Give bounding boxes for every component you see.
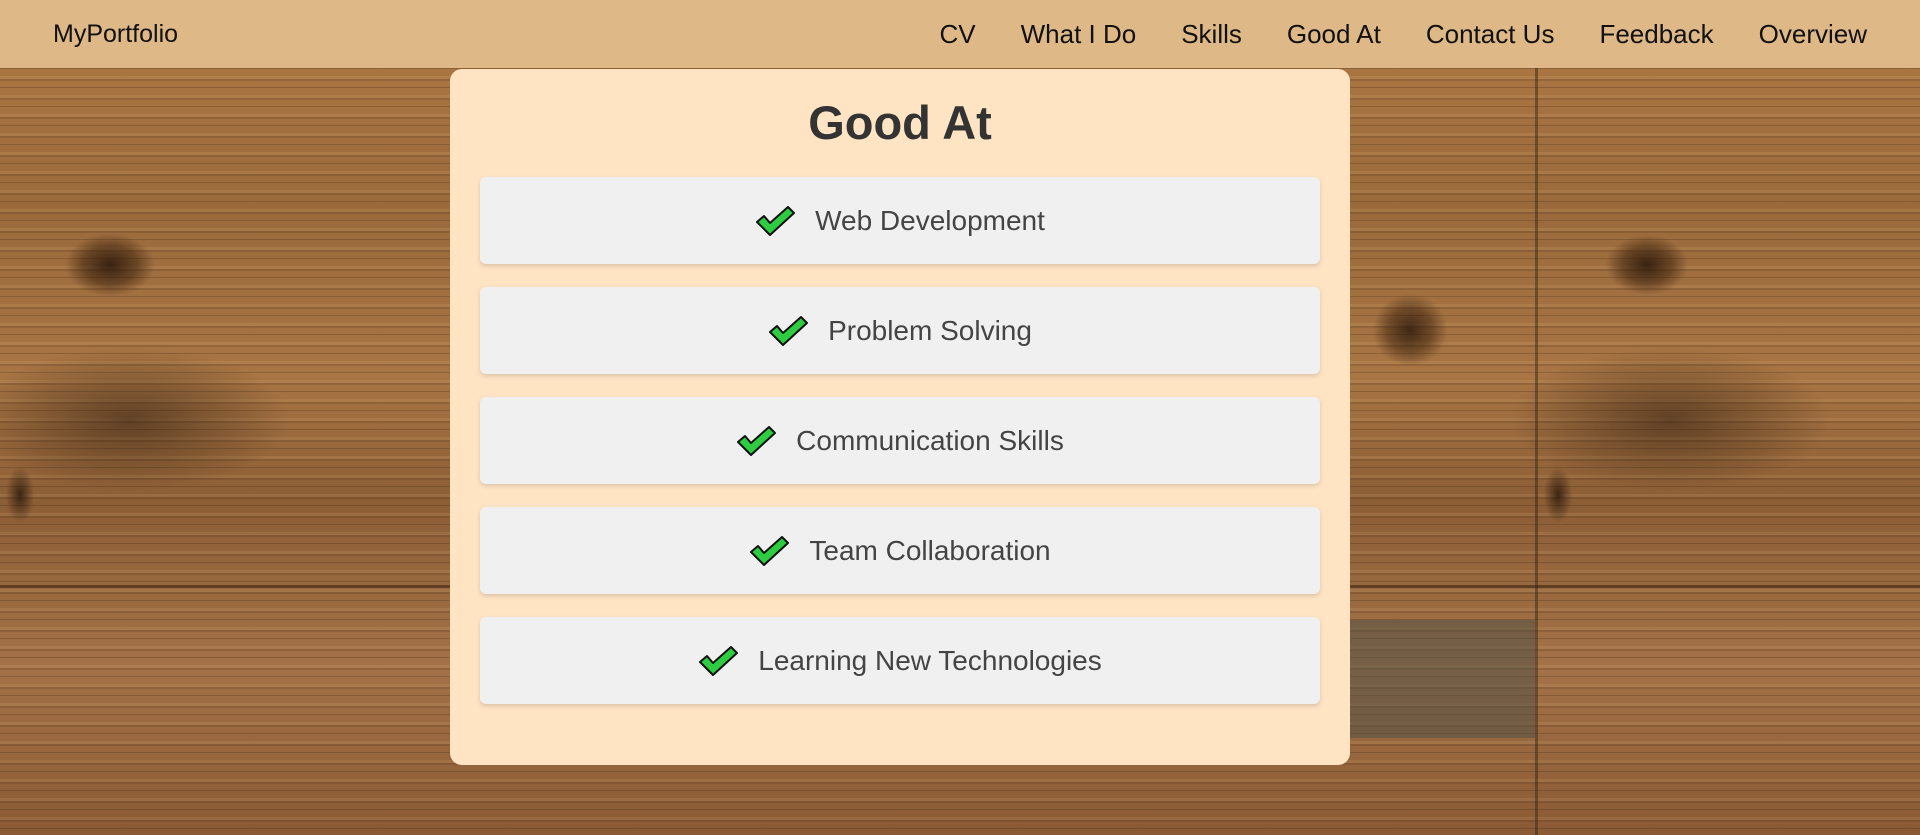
nav-link-feedback[interactable]: Feedback xyxy=(1599,19,1713,50)
brand-logo-link[interactable]: MyPortfolio xyxy=(53,20,178,49)
nav-link-skills[interactable]: Skills xyxy=(1181,19,1242,50)
checkmark-icon xyxy=(736,425,777,457)
nav-link-overview[interactable]: Overview xyxy=(1759,19,1867,50)
skill-label: Problem Solving xyxy=(828,314,1032,346)
nav-link-contact-us[interactable]: Contact Us xyxy=(1426,19,1555,50)
checkmark-icon xyxy=(755,205,796,237)
good-at-card: Good At Web Development Problem Solving … xyxy=(450,69,1350,765)
list-item: Team Collaboration xyxy=(480,507,1320,594)
checkmark-icon xyxy=(698,645,739,677)
list-item: Learning New Technologies xyxy=(480,617,1320,704)
list-item: Problem Solving xyxy=(480,287,1320,374)
top-navbar: MyPortfolio CV What I Do Skills Good At … xyxy=(0,0,1920,68)
nav-link-cv[interactable]: CV xyxy=(939,19,975,50)
skill-label: Learning New Technologies xyxy=(758,644,1102,676)
skill-list: Web Development Problem Solving Communic… xyxy=(480,177,1320,704)
nav-link-what-i-do[interactable]: What I Do xyxy=(1021,19,1137,50)
wood-dark-patch xyxy=(1348,620,1535,738)
page-title: Good At xyxy=(808,96,992,149)
checkmark-icon xyxy=(749,535,790,567)
checkmark-icon xyxy=(768,315,809,347)
list-item: Web Development xyxy=(480,177,1320,264)
wood-plank-seam-vertical xyxy=(1535,68,1538,835)
nav-link-good-at[interactable]: Good At xyxy=(1287,19,1381,50)
skill-label: Web Development xyxy=(815,204,1045,236)
nav-links: CV What I Do Skills Good At Contact Us F… xyxy=(939,19,1867,50)
skill-label: Team Collaboration xyxy=(809,534,1051,566)
list-item: Communication Skills xyxy=(480,397,1320,484)
skill-label: Communication Skills xyxy=(796,424,1064,456)
